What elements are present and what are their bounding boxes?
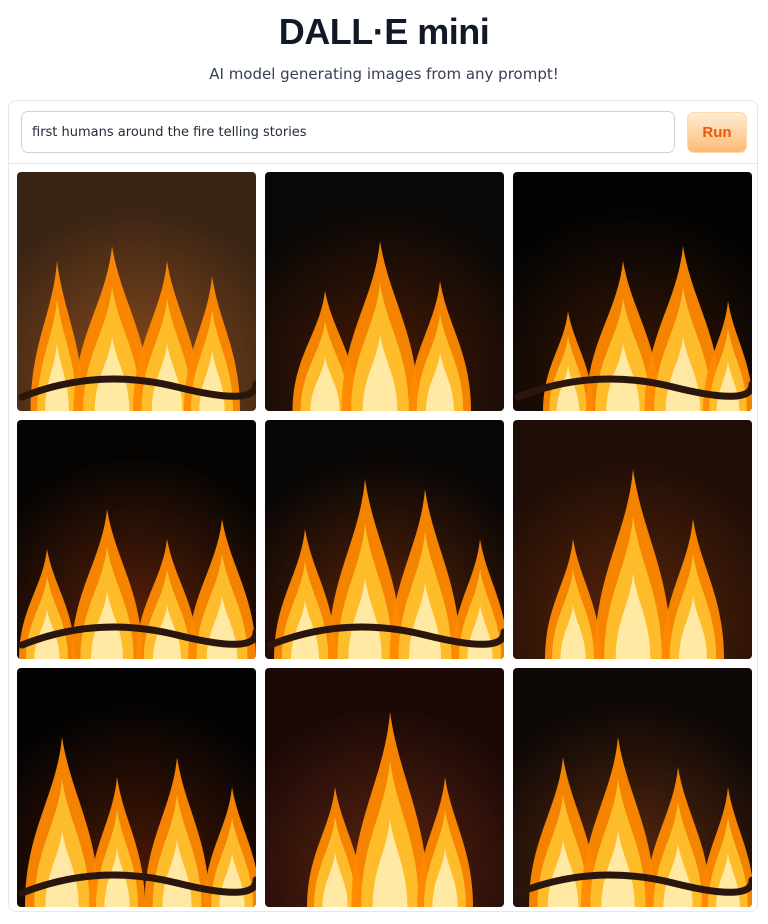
prompt-input[interactable]: [21, 111, 675, 153]
generated-image[interactable]: [265, 172, 504, 411]
generated-image[interactable]: [17, 172, 256, 411]
prompt-row: Run: [9, 101, 757, 164]
fire-image: [17, 420, 256, 659]
generated-image[interactable]: [513, 420, 752, 659]
fire-image: [265, 172, 504, 411]
run-button[interactable]: Run: [687, 112, 747, 153]
fire-image: [513, 420, 752, 659]
fire-image: [513, 172, 752, 411]
generated-image[interactable]: [265, 420, 504, 659]
generated-image[interactable]: [265, 668, 504, 907]
page: DALL·E mini AI model generating images f…: [0, 0, 768, 924]
fire-image: [265, 420, 504, 659]
image-gallery: [17, 172, 752, 907]
fire-image: [265, 668, 504, 907]
fire-image: [513, 668, 752, 907]
generated-image[interactable]: [513, 668, 752, 907]
fire-image: [17, 668, 256, 907]
fire-image: [17, 172, 256, 411]
generated-image[interactable]: [513, 172, 752, 411]
page-subtitle: AI model generating images from any prom…: [209, 65, 559, 83]
generated-image[interactable]: [17, 420, 256, 659]
page-title: DALL·E mini: [278, 11, 490, 52]
generated-image[interactable]: [17, 668, 256, 907]
generator-panel: Run: [8, 100, 758, 912]
